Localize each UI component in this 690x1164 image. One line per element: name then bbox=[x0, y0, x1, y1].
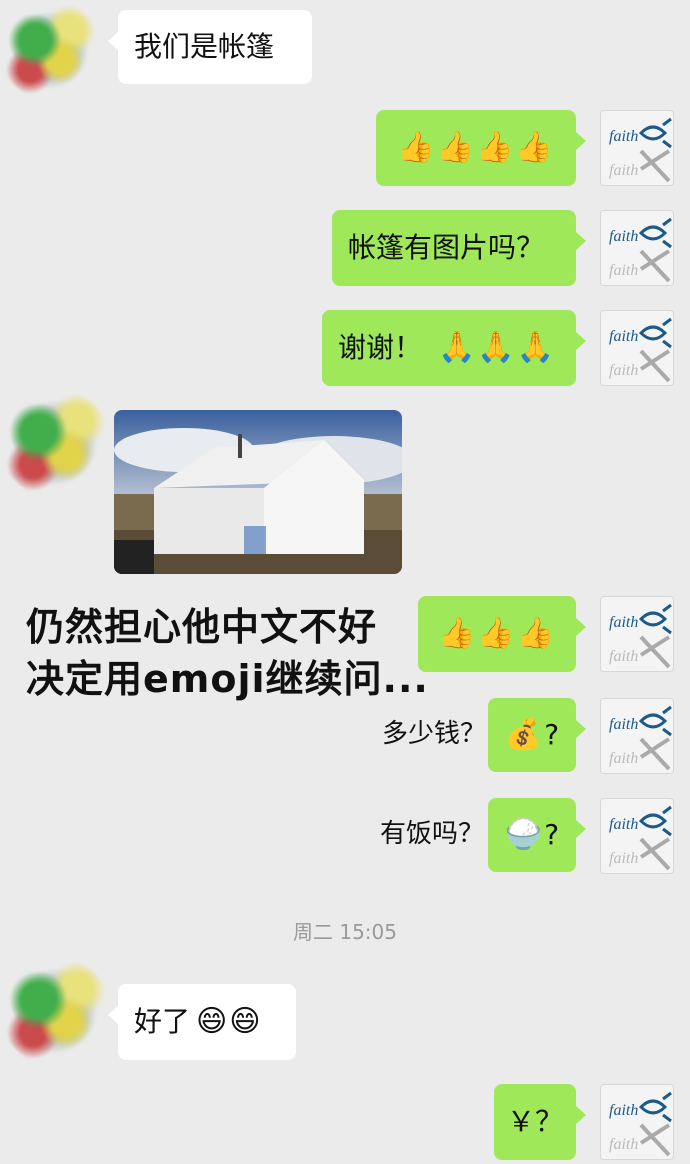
my-avatar[interactable]: faith faith bbox=[600, 210, 674, 286]
svg-text:faith: faith bbox=[609, 850, 638, 867]
svg-text:faith: faith bbox=[609, 162, 638, 179]
message-bubble-outgoing[interactable]: 👍👍👍👍 bbox=[376, 110, 586, 186]
my-avatar[interactable]: faith faith bbox=[600, 110, 674, 186]
svg-text:faith: faith bbox=[609, 1136, 638, 1153]
message-bubble-outgoing[interactable]: 👍👍👍 bbox=[418, 596, 586, 672]
thumbs-up-icon: 👍👍👍👍 bbox=[397, 130, 555, 165]
svg-text:faith: faith bbox=[609, 750, 638, 767]
my-avatar[interactable]: faith faith bbox=[600, 698, 674, 774]
annotation-line-2: 决定用emoji继续问... bbox=[26, 657, 429, 701]
my-avatar[interactable]: faith faith bbox=[600, 310, 674, 386]
fish-icon bbox=[638, 603, 672, 635]
fish-icon bbox=[638, 217, 672, 249]
message-bubble-outgoing[interactable]: 谢谢！ 🙏🙏🙏 bbox=[322, 310, 586, 386]
message-text: 我们是帐篷 bbox=[134, 30, 275, 63]
contact-avatar[interactable] bbox=[0, 388, 110, 498]
fish-icon bbox=[638, 1091, 672, 1123]
annotation-rice: 有饭吗？ bbox=[380, 819, 485, 849]
my-avatar[interactable]: faith faith bbox=[600, 798, 674, 874]
contact-avatar[interactable] bbox=[0, 0, 100, 100]
my-avatar[interactable]: faith faith bbox=[600, 596, 674, 672]
message-text: ￥？ bbox=[507, 1105, 564, 1138]
annotation-money: 多少钱？ bbox=[382, 719, 487, 749]
message-bubble-outgoing[interactable]: 💰? bbox=[488, 698, 586, 772]
my-avatar[interactable]: faith faith bbox=[600, 1084, 674, 1160]
svg-text:faith: faith bbox=[609, 614, 638, 631]
svg-text:faith: faith bbox=[609, 1102, 638, 1119]
message-bubble-outgoing[interactable]: 帐篷有图片吗？ bbox=[332, 210, 586, 286]
contact-avatar[interactable] bbox=[0, 956, 110, 1066]
message-text: 帐篷有图片吗？ bbox=[348, 231, 545, 264]
message-bubble-outgoing[interactable]: ￥？ bbox=[494, 1084, 586, 1160]
message-text: 谢谢！ bbox=[338, 331, 423, 364]
fish-icon bbox=[638, 805, 672, 837]
message-bubble-incoming[interactable]: 好了 😄😄 bbox=[108, 984, 296, 1060]
svg-text:faith: faith bbox=[609, 716, 638, 733]
svg-text:faith: faith bbox=[609, 262, 638, 279]
message-bubble-incoming[interactable]: 我们是帐篷 bbox=[108, 10, 312, 84]
svg-text:faith: faith bbox=[609, 362, 638, 379]
thumbs-up-icon: 👍👍👍 bbox=[437, 616, 557, 651]
fish-icon bbox=[638, 317, 672, 349]
grinning-face-icon: 😄😄 bbox=[196, 1004, 263, 1039]
annotation-line-1: 仍然担心他中文不好 bbox=[26, 605, 378, 649]
avatar-text: faith bbox=[609, 128, 638, 145]
timestamp: 周二 15:05 bbox=[293, 920, 397, 944]
svg-text:faith: faith bbox=[609, 816, 638, 833]
svg-text:faith: faith bbox=[609, 328, 638, 345]
fish-icon bbox=[638, 705, 672, 737]
tent-photo[interactable] bbox=[114, 410, 402, 574]
svg-text:faith: faith bbox=[609, 648, 638, 665]
praying-hands-icon: 🙏🙏🙏 bbox=[438, 330, 557, 365]
rice-bowl-icon: 🍚 bbox=[504, 817, 545, 852]
fish-icon bbox=[638, 117, 672, 149]
message-bubble-outgoing[interactable]: 🍚? bbox=[488, 798, 586, 872]
message-text: 好了 bbox=[134, 1005, 191, 1038]
svg-text:faith: faith bbox=[609, 228, 638, 245]
money-bag-icon: 💰 bbox=[504, 717, 545, 752]
